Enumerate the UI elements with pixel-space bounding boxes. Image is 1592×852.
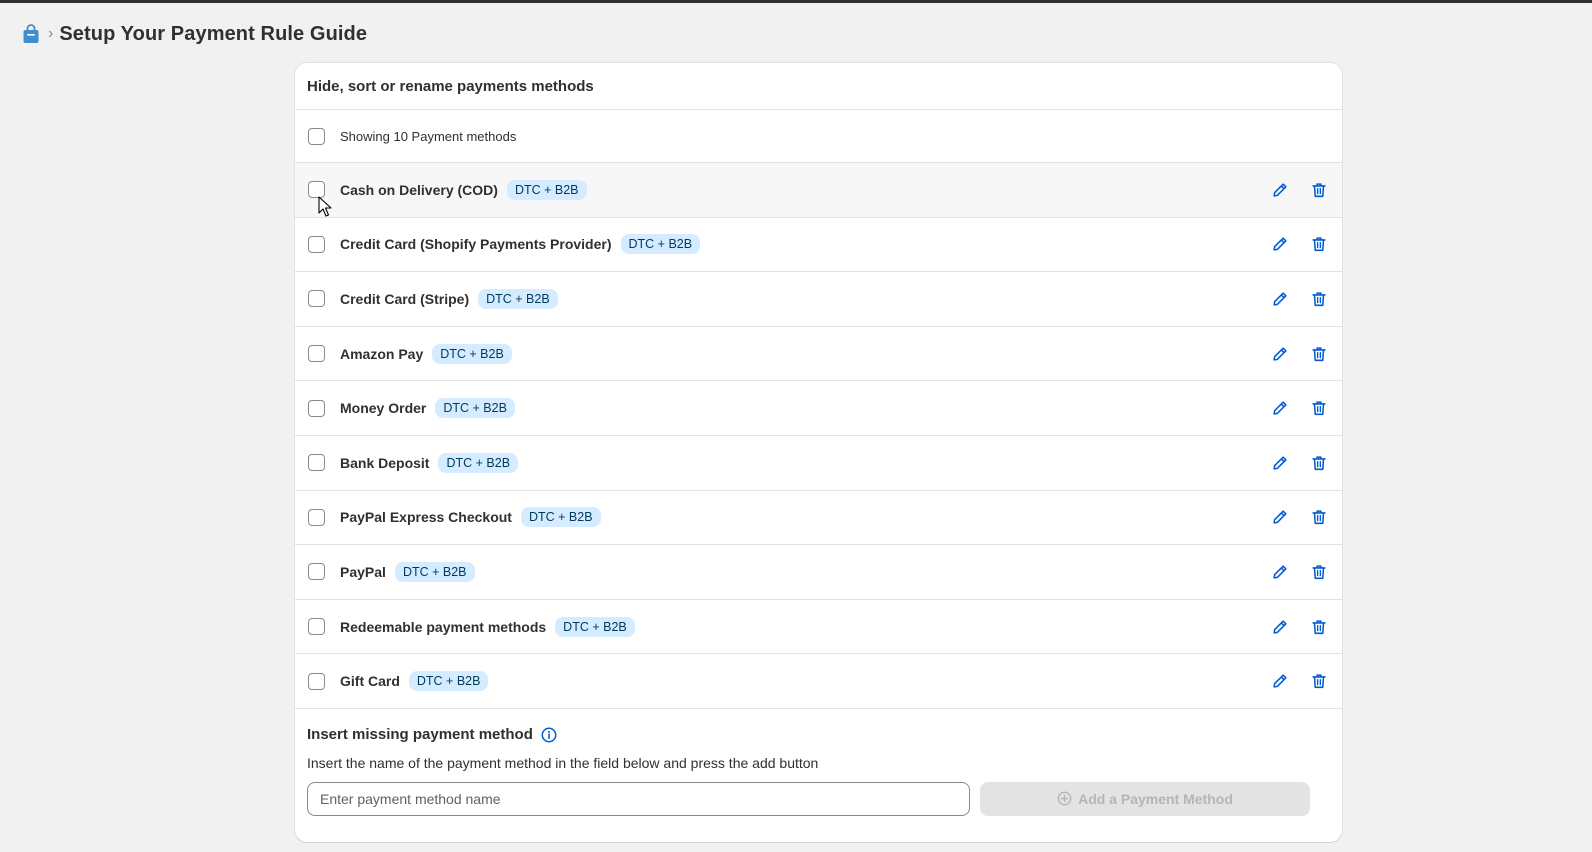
trash-icon[interactable] — [1309, 508, 1328, 527]
channel-badge: DTC + B2B — [438, 452, 519, 473]
trash-icon[interactable] — [1309, 289, 1328, 308]
trash-icon[interactable] — [1309, 562, 1328, 581]
channel-badge: DTC + B2B — [478, 288, 558, 309]
row-actions — [1270, 508, 1328, 527]
pencil-icon[interactable] — [1270, 508, 1289, 527]
payment-method-row[interactable]: Credit Card (Shopify Payments Provider) … — [295, 218, 1342, 273]
payment-method-row[interactable]: Redeemable payment methods DTC + B2B — [295, 600, 1342, 655]
row-checkbox[interactable] — [308, 618, 325, 636]
select-all-row: Showing 10 Payment methods — [295, 110, 1342, 163]
payment-method-name: Credit Card (Shopify Payments Provider) — [340, 236, 612, 253]
row-actions — [1270, 399, 1328, 418]
payment-method-name-input[interactable] — [307, 781, 970, 816]
channel-badge: DTC + B2B — [435, 398, 515, 419]
row-actions — [1270, 453, 1328, 472]
pencil-icon[interactable] — [1270, 672, 1289, 691]
payment-method-name: Money Order — [340, 400, 427, 417]
channel-badge: DTC + B2B — [620, 234, 701, 255]
card-title: Hide, sort or rename payments methods — [307, 77, 594, 95]
payment-method-name: Bank Deposit — [340, 454, 430, 471]
trash-icon[interactable] — [1309, 235, 1328, 254]
info-icon[interactable] — [541, 727, 557, 743]
row-actions — [1270, 617, 1328, 636]
row-checkbox[interactable] — [308, 181, 325, 199]
insert-help-text: Insert the name of the payment method in… — [307, 754, 819, 771]
insert-missing-method-section: Insert missing payment method Insert the… — [295, 709, 1342, 816]
payment-method-row[interactable]: PayPal Express Checkout DTC + B2B — [295, 491, 1342, 546]
add-payment-method-button[interactable]: Add a Payment Method — [980, 781, 1310, 816]
payment-methods-card: Hide, sort or rename payments methods Sh… — [295, 63, 1342, 842]
payment-method-row[interactable]: Money Order DTC + B2B — [295, 381, 1342, 436]
row-actions — [1270, 180, 1328, 199]
row-actions — [1270, 344, 1328, 363]
payment-method-row[interactable]: PayPal DTC + B2B — [295, 545, 1342, 600]
pencil-icon[interactable] — [1270, 289, 1289, 308]
pencil-icon[interactable] — [1270, 180, 1289, 199]
insert-controls: Add a Payment Method — [307, 781, 1330, 816]
trash-icon[interactable] — [1309, 344, 1328, 363]
trash-icon[interactable] — [1309, 617, 1328, 636]
row-checkbox[interactable] — [308, 235, 325, 253]
trash-icon[interactable] — [1309, 399, 1328, 418]
breadcrumb-separator: › — [48, 25, 54, 42]
channel-badge: DTC + B2B — [520, 507, 601, 528]
pencil-icon[interactable] — [1270, 562, 1289, 581]
breadcrumb: › Setup Your Payment Rule Guide — [22, 20, 367, 48]
channel-badge: DTC + B2B — [432, 343, 512, 364]
row-checkbox[interactable] — [308, 508, 325, 526]
row-checkbox[interactable] — [308, 672, 325, 690]
add-button-label: Add a Payment Method — [1078, 790, 1233, 807]
row-checkbox[interactable] — [308, 345, 325, 363]
payment-method-row[interactable]: Amazon Pay DTC + B2B — [295, 327, 1342, 382]
row-checkbox[interactable] — [308, 399, 325, 417]
insert-title: Insert missing payment method — [307, 726, 533, 744]
select-all-label: Showing 10 Payment methods — [340, 128, 517, 144]
trash-icon[interactable] — [1309, 453, 1328, 472]
row-checkbox[interactable] — [308, 454, 325, 472]
row-actions — [1270, 235, 1328, 254]
insert-heading: Insert missing payment method — [307, 725, 1330, 745]
row-checkbox[interactable] — [308, 563, 325, 581]
pencil-icon[interactable] — [1270, 399, 1289, 418]
select-all-checkbox[interactable] — [308, 127, 325, 145]
pencil-icon[interactable] — [1270, 617, 1289, 636]
payment-method-name: Credit Card (Stripe) — [340, 290, 470, 307]
payment-method-name: PayPal — [340, 563, 386, 580]
channel-badge: DTC + B2B — [506, 179, 587, 200]
trash-icon[interactable] — [1309, 180, 1328, 199]
channel-badge: DTC + B2B — [394, 561, 475, 582]
payment-method-name: Cash on Delivery (COD) — [340, 181, 498, 198]
plus-circle-icon — [1057, 791, 1072, 806]
channel-badge: DTC + B2B — [555, 616, 635, 637]
page-title: Setup Your Payment Rule Guide — [59, 22, 368, 45]
row-actions — [1270, 289, 1328, 308]
pencil-icon[interactable] — [1270, 235, 1289, 254]
channel-badge: DTC + B2B — [408, 671, 489, 692]
payment-method-name: Amazon Pay — [340, 345, 424, 362]
row-checkbox[interactable] — [308, 290, 325, 308]
pencil-icon[interactable] — [1270, 453, 1289, 472]
payment-method-row[interactable]: Bank Deposit DTC + B2B — [295, 436, 1342, 491]
row-actions — [1270, 562, 1328, 581]
payment-method-row[interactable]: Credit Card (Stripe) DTC + B2B — [295, 272, 1342, 327]
card-header: Hide, sort or rename payments methods — [295, 63, 1342, 110]
trash-icon[interactable] — [1309, 672, 1328, 691]
payment-method-name: Gift Card — [340, 673, 400, 690]
payment-method-name: PayPal Express Checkout — [340, 509, 512, 526]
payment-method-row[interactable]: Gift Card DTC + B2B — [295, 654, 1342, 709]
row-actions — [1270, 672, 1328, 691]
payment-method-row[interactable]: Cash on Delivery (COD) DTC + B2B — [295, 163, 1342, 218]
top-border — [0, 0, 1592, 3]
payment-method-name: Redeemable payment methods — [340, 618, 547, 635]
shopping-bag-icon[interactable] — [22, 24, 40, 44]
pencil-icon[interactable] — [1270, 344, 1289, 363]
payment-method-list: Cash on Delivery (COD) DTC + B2B Credit … — [295, 163, 1342, 709]
